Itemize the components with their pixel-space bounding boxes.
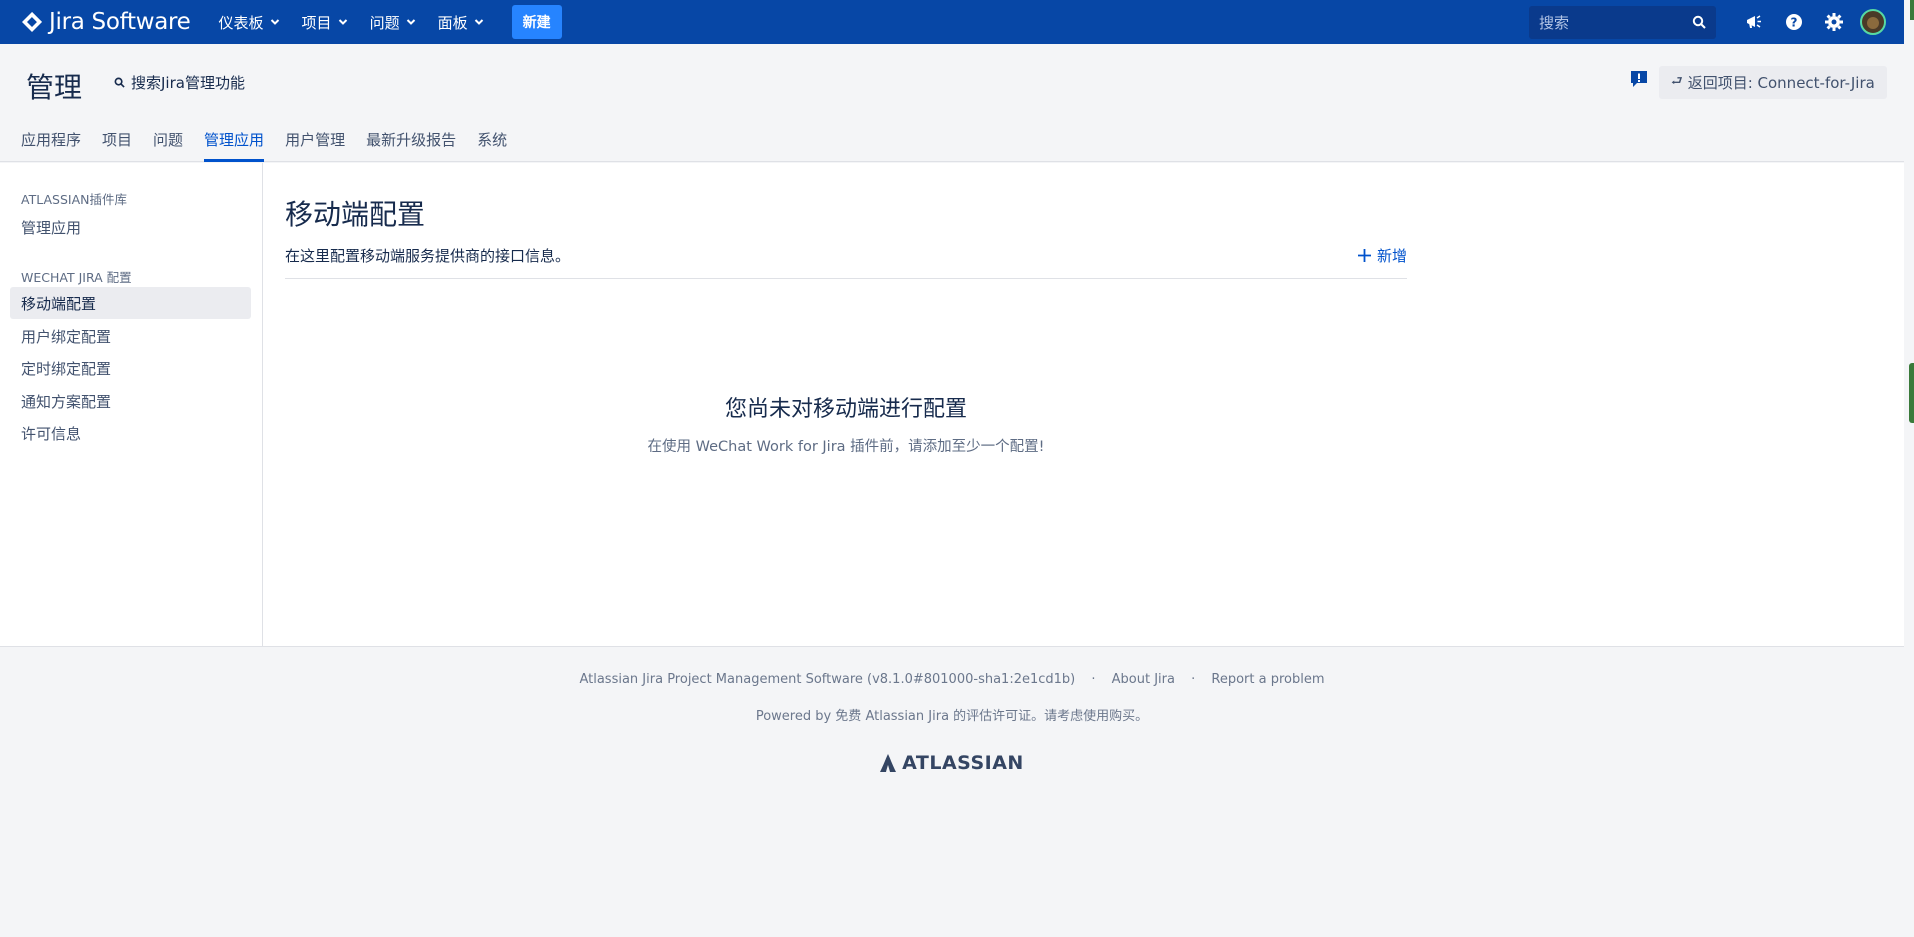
svg-text:?: ?	[1791, 16, 1798, 30]
tab-manage-apps[interactable]: 管理应用	[204, 120, 265, 162]
atlassian-icon	[880, 754, 897, 772]
back-to-project-button[interactable]: ⮐ 返回项目: Connect-for-Jira	[1659, 66, 1887, 99]
tab-user-management[interactable]: 用户管理	[285, 120, 345, 162]
sidebar-item-notification-scheme[interactable]: 通知方案配置	[10, 385, 251, 417]
search-placeholder: 搜索	[1539, 13, 1570, 32]
notifications-icon[interactable]	[1734, 0, 1774, 44]
sidebar-heading-wechat: WECHAT JIRA 配置	[21, 270, 132, 285]
sidebar-item-scheduled-binding[interactable]: 定时绑定配置	[10, 352, 251, 384]
admin-tabs: 应用程序 项目 问题 管理应用 用户管理 最新升级报告 系统	[21, 120, 528, 162]
divider	[285, 278, 1407, 279]
footer-separator: ·	[1091, 672, 1096, 687]
empty-state-subtitle: 在使用 WeChat Work for Jira 插件前，请添加至少一个配置!	[647, 439, 1045, 455]
chevron-down-icon	[270, 19, 279, 25]
empty-state-title: 您尚未对移动端进行配置	[724, 397, 967, 422]
jira-logo[interactable]: Jira Software	[21, 0, 191, 44]
feedback-icon[interactable]	[1630, 70, 1648, 92]
tab-upgrade-report[interactable]: 最新升级报告	[366, 120, 456, 162]
create-button[interactable]: 新建	[511, 5, 562, 39]
user-avatar[interactable]	[1860, 9, 1886, 35]
back-button-label: 返回项目: Connect-for-Jira	[1687, 74, 1875, 92]
tab-issues[interactable]: 问题	[153, 120, 183, 162]
top-navigation-bar: Jira Software 仪表板 项目 问题 面板 新建 搜索 ?	[0, 0, 1904, 44]
admin-search-label: 搜索Jira管理功能	[131, 74, 245, 92]
sidebar: ATLASSIAN插件库 管理应用 WECHAT JIRA 配置 移动端配置 用…	[0, 163, 263, 647]
content-title: 移动端配置	[285, 198, 426, 231]
main-panel: ATLASSIAN插件库 管理应用 WECHAT JIRA 配置 移动端配置 用…	[0, 163, 1904, 647]
footer-software-version: Atlassian Jira Project Management Softwa…	[579, 672, 1076, 687]
settings-icon[interactable]	[1814, 0, 1854, 44]
atlassian-logo[interactable]: ATLASSIAN	[0, 752, 1904, 774]
search-icon	[1692, 15, 1706, 29]
back-arrow-icon: ⮐	[1671, 73, 1683, 89]
about-jira-link[interactable]: About Jira	[1112, 672, 1175, 687]
sidebar-item-manage-apps[interactable]: 管理应用	[10, 211, 251, 243]
nav-menu-boards[interactable]: 面板	[430, 0, 492, 44]
add-config-button[interactable]: 新增	[1357, 245, 1407, 266]
sidebar-heading-marketplace: ATLASSIAN插件库	[21, 192, 127, 207]
page-title: 管理	[26, 71, 83, 104]
chevron-down-icon	[338, 19, 347, 25]
footer-separator: ·	[1191, 672, 1196, 687]
footer-powered-by: Powered by 免费 Atlassian Jira 的评估许可证。请考虑使…	[755, 709, 1149, 724]
sidebar-item-user-binding[interactable]: 用户绑定配置	[10, 320, 251, 352]
nav-menu-label: 问题	[369, 13, 400, 32]
help-icon[interactable]: ?	[1774, 0, 1814, 44]
nav-menu-issues[interactable]: 问题	[362, 0, 424, 44]
tab-applications[interactable]: 应用程序	[21, 120, 81, 162]
nav-menu-dashboards[interactable]: 仪表板	[211, 0, 288, 44]
browser-scrollbar[interactable]	[1904, 0, 1914, 937]
tab-projects[interactable]: 项目	[102, 120, 132, 162]
global-search-input[interactable]: 搜索	[1529, 5, 1716, 39]
jira-diamond-icon	[21, 11, 43, 33]
admin-header: 管理 搜索Jira管理功能 ⮐ 返回项目: Connect-for-Jira 应…	[0, 44, 1904, 162]
nav-menu-label: 仪表板	[218, 13, 264, 32]
product-name: Jira Software	[49, 9, 191, 35]
report-problem-link[interactable]: Report a problem	[1211, 672, 1324, 687]
add-label: 新增	[1376, 247, 1407, 265]
chevron-down-icon	[406, 19, 415, 25]
chevron-down-icon	[474, 19, 483, 25]
atlassian-logo-text: ATLASSIAN	[902, 752, 1024, 774]
search-icon	[114, 77, 125, 88]
sidebar-item-mobile-config[interactable]: 移动端配置	[10, 287, 251, 319]
sidebar-item-license[interactable]: 许可信息	[10, 417, 251, 449]
tab-system[interactable]: 系统	[477, 120, 507, 162]
plus-icon	[1357, 249, 1371, 262]
nav-menu-label: 项目	[301, 13, 332, 32]
nav-menu-label: 面板	[437, 13, 468, 32]
nav-menu-projects[interactable]: 项目	[294, 0, 356, 44]
content-description: 在这里配置移动端服务提供商的接口信息。	[285, 247, 571, 265]
admin-search-link[interactable]: 搜索Jira管理功能	[114, 72, 245, 93]
